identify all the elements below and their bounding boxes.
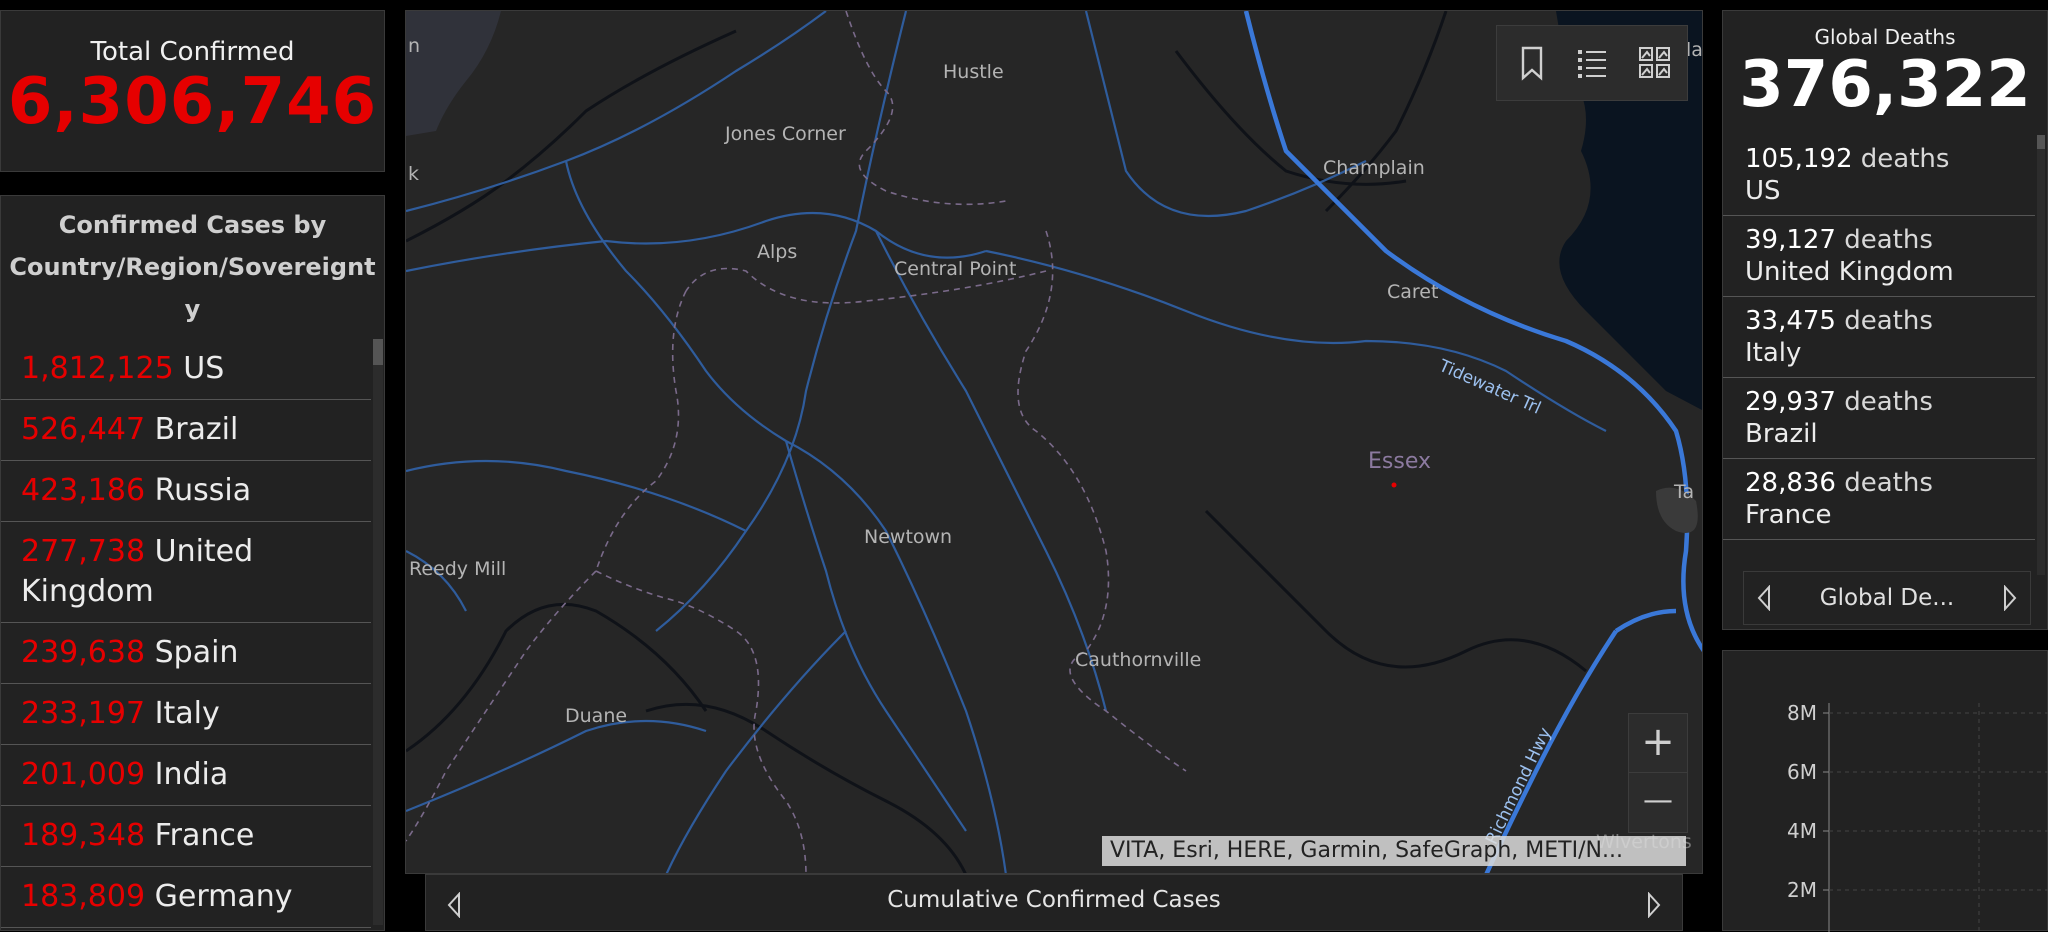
list-item[interactable]: 1,812,125 US bbox=[1, 339, 371, 400]
map-label-duane: Duane bbox=[565, 705, 628, 727]
country-name: India bbox=[154, 757, 229, 792]
country-name: France bbox=[154, 818, 255, 853]
case-count: 277,738 bbox=[21, 534, 146, 569]
list-item[interactable]: 423,186 Russia bbox=[1, 461, 371, 522]
country-name: Russia bbox=[154, 473, 252, 508]
bookmark-icon[interactable] bbox=[1513, 44, 1549, 82]
list-icon[interactable] bbox=[1575, 44, 1611, 82]
map-toolbar bbox=[1496, 25, 1688, 101]
country-name: Italy bbox=[154, 696, 220, 731]
confirmed-by-country-panel: Confirmed Cases by Country/Region/Sovere… bbox=[0, 195, 385, 931]
case-count: 1,812,125 bbox=[21, 351, 174, 386]
next-tab-icon[interactable] bbox=[2002, 584, 2018, 615]
deaths-list: 105,192 deaths US 39,127 deaths United Kin… bbox=[1723, 135, 2035, 540]
list-item[interactable]: 29,937 deaths Brazil bbox=[1723, 378, 2035, 459]
map-label-reedy-mill: Reedy Mill bbox=[409, 558, 507, 580]
chart-tick-label: 2M bbox=[1787, 878, 1817, 902]
next-tab-icon[interactable] bbox=[1646, 891, 1662, 922]
case-count: 239,638 bbox=[21, 635, 146, 670]
zoom-in-button[interactable]: + bbox=[1629, 714, 1687, 773]
map-label-caret: Caret bbox=[1387, 281, 1439, 303]
list-scroll-thumb[interactable] bbox=[373, 339, 383, 365]
total-confirmed-panel: Total Confirmed 6,306,746 bbox=[0, 10, 385, 172]
total-confirmed-value: 6,306,746 bbox=[7, 65, 378, 139]
map-label-champlain: Champlain bbox=[1323, 157, 1425, 179]
list-item[interactable]: 39,127 deaths United Kingdom bbox=[1723, 216, 2035, 297]
list-item[interactable]: 189,348 France bbox=[1, 806, 371, 867]
country-name: Germany bbox=[154, 879, 293, 914]
basemap-layer bbox=[406, 11, 1702, 873]
country-name: Italy bbox=[1745, 338, 1802, 368]
case-count: 189,348 bbox=[21, 818, 146, 853]
death-unit: deaths bbox=[1860, 144, 1950, 174]
country-name: US bbox=[1745, 176, 1781, 206]
death-unit: deaths bbox=[1844, 468, 1933, 498]
map-label-edge-ta: Ta bbox=[1674, 481, 1695, 503]
global-deaths-panel: Global Deaths 376,322 105,192 deaths US 3… bbox=[1722, 10, 2048, 630]
list-item[interactable]: 239,638 Spain bbox=[1, 623, 371, 684]
country-name: United Kingdom bbox=[1745, 257, 1954, 287]
country-name: Brazil bbox=[1745, 419, 1818, 449]
list-item[interactable]: 105,192 deaths US bbox=[1723, 135, 2035, 216]
list-item[interactable]: 28,836 deaths France bbox=[1723, 459, 2035, 540]
map-label-hustle: Hustle bbox=[943, 61, 1004, 83]
deaths-tab-label[interactable]: Global De... bbox=[1744, 585, 2030, 611]
map-attribution[interactable]: VITA, Esri, HERE, Garmin, SafeGraph, MET… bbox=[1102, 836, 1686, 866]
deaths-tab-bar: Global De... bbox=[1743, 571, 2031, 625]
map-tab-bar: Cumulative Confirmed Cases bbox=[425, 874, 1683, 931]
country-name: France bbox=[1745, 500, 1832, 530]
zoom-out-button[interactable]: — bbox=[1629, 773, 1687, 831]
country-name: US bbox=[183, 351, 225, 386]
death-count: 29,937 bbox=[1745, 387, 1836, 417]
country-list-header: Confirmed Cases by Country/Region/Sovere… bbox=[9, 211, 376, 323]
map-tab-label[interactable]: Cumulative Confirmed Cases bbox=[426, 887, 1682, 913]
deaths-scrollbar[interactable] bbox=[2037, 135, 2045, 575]
list-item[interactable]: 277,738 United Kingdom bbox=[1, 522, 371, 623]
case-count: 183,809 bbox=[21, 879, 146, 914]
deaths-scroll-thumb[interactable] bbox=[2037, 135, 2045, 149]
global-deaths-value: 376,322 bbox=[1739, 48, 2031, 122]
map-label-central-point: Central Point bbox=[894, 258, 1017, 280]
list-item[interactable]: 233,197 Italy bbox=[1, 684, 371, 745]
total-confirmed-label: Total Confirmed bbox=[90, 37, 295, 67]
list-item[interactable]: 183,809 Germany bbox=[1, 867, 371, 928]
map-label-edge-n: n bbox=[408, 35, 421, 57]
map-label-essex: Essex bbox=[1368, 449, 1431, 474]
list-item[interactable]: 201,009 India bbox=[1, 745, 371, 806]
list-item[interactable]: 526,447 Brazil bbox=[1, 400, 371, 461]
zoom-control: + — bbox=[1628, 713, 1688, 833]
map-label-edge-la: la bbox=[1686, 39, 1703, 61]
list-scrollbar[interactable] bbox=[373, 339, 383, 925]
map-label-edge-k: k bbox=[408, 163, 420, 185]
map-label-cauthornville: Cauthornville bbox=[1075, 649, 1202, 671]
death-unit: deaths bbox=[1844, 306, 1933, 336]
basemap-gallery-icon[interactable] bbox=[1637, 44, 1673, 82]
country-name: Brazil bbox=[154, 412, 239, 447]
list-item[interactable]: 33,475 deaths Italy bbox=[1723, 297, 2035, 378]
death-unit: deaths bbox=[1844, 387, 1933, 417]
chart-tick-label: 6M bbox=[1787, 760, 1817, 784]
map-label-newtown: Newtown bbox=[864, 526, 953, 548]
case-count: 423,186 bbox=[21, 473, 146, 508]
cases-chart-panel: 8M 6M 4M 2M bbox=[1722, 650, 2048, 932]
global-deaths-label: Global Deaths bbox=[1814, 25, 1956, 49]
death-count: 39,127 bbox=[1745, 225, 1836, 255]
chart-tick-label: 8M bbox=[1787, 701, 1817, 725]
map-view[interactable]: Hustle Jones Corner Champlain Alps Centr… bbox=[405, 10, 1703, 874]
death-count: 28,836 bbox=[1745, 468, 1836, 498]
country-list: 1,812,125 US 526,447 Brazil 423,186 Russ… bbox=[1, 339, 371, 928]
chart-tick-label: 4M bbox=[1787, 819, 1817, 843]
map-label-alps: Alps bbox=[757, 241, 798, 263]
cases-chart: 8M 6M 4M 2M bbox=[1787, 701, 2048, 932]
country-name: Spain bbox=[154, 635, 239, 670]
death-count: 33,475 bbox=[1745, 306, 1836, 336]
map-label-jones-corner: Jones Corner bbox=[725, 123, 846, 145]
case-count: 233,197 bbox=[21, 696, 146, 731]
death-unit: deaths bbox=[1844, 225, 1933, 255]
case-count: 201,009 bbox=[21, 757, 146, 792]
death-count: 105,192 bbox=[1745, 144, 1853, 174]
case-count: 526,447 bbox=[21, 412, 146, 447]
